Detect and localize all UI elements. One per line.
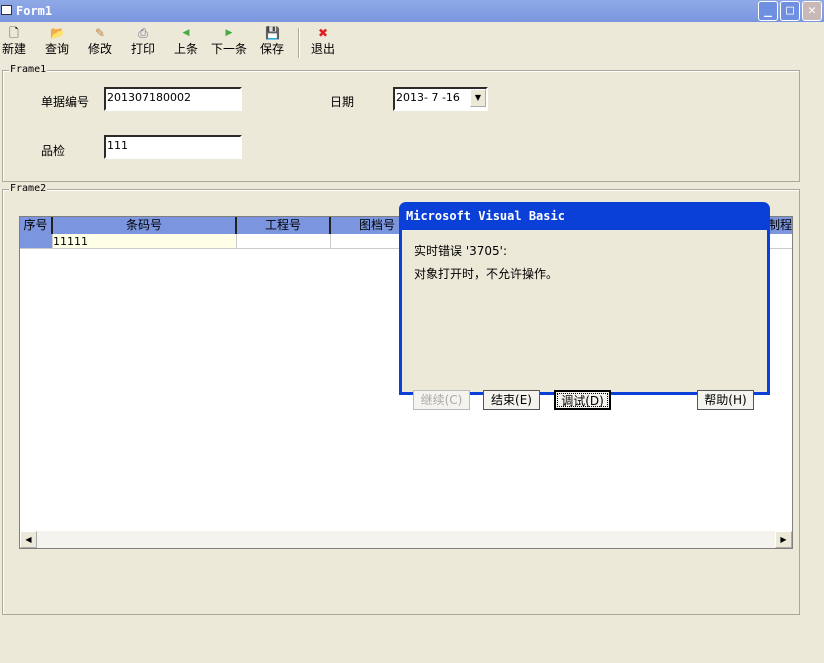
qc-input[interactable]: 111 (104, 135, 242, 159)
chevron-down-icon[interactable]: ▼ (470, 89, 486, 107)
edit-label: 修改 (88, 42, 113, 56)
cell-project-no[interactable] (237, 234, 331, 249)
date-label: 日期 (330, 95, 355, 109)
pencil-icon: ✎ (94, 26, 106, 40)
edit-button[interactable]: ✎ 修改 (88, 26, 112, 57)
exit-icon: ✖ (317, 26, 329, 40)
open-folder-icon: 📂 (50, 26, 65, 40)
help-button[interactable]: 帮助(H) (697, 390, 754, 410)
error-message: 对象打开时，不允许操作。 (414, 267, 559, 281)
arrow-left-icon: ◀ (182, 28, 190, 38)
exit-label: 退出 (311, 42, 336, 56)
next-button[interactable]: ▶ 下一条 (211, 26, 247, 57)
query-label: 查询 (45, 42, 70, 56)
maximize-button[interactable]: □ (780, 1, 800, 21)
header-project-no[interactable]: 工程号 (237, 217, 331, 234)
frame2-title: Frame2 (9, 183, 48, 194)
next-label: 下一条 (211, 42, 248, 56)
exit-button[interactable]: ✖ 退出 (311, 26, 335, 57)
horizontal-scrollbar[interactable]: ◀ ▶ (20, 531, 792, 548)
cell-barcode[interactable]: 11111 (53, 234, 237, 249)
qc-label: 品检 (41, 144, 66, 158)
toolbar-separator (298, 28, 300, 58)
print-label: 打印 (131, 42, 156, 56)
arrow-right-icon: ▶ (225, 28, 233, 38)
error-dialog: Microsoft Visual Basic 实时错误 '3705': 对象打开… (399, 202, 770, 410)
toolbar (0, 24, 824, 60)
new-icon: 🗋 (9, 26, 19, 40)
frame1-title: Frame1 (9, 64, 48, 75)
dialog-title: Microsoft Visual Basic (406, 209, 565, 223)
header-seq[interactable]: 序号 (20, 217, 53, 234)
scroll-right-icon[interactable]: ▶ (775, 531, 792, 548)
window-title: Form1 (16, 4, 53, 18)
date-picker[interactable]: 2013- 7 -16 ▼ (393, 87, 488, 111)
save-icon: 💾 (265, 26, 280, 40)
title-bar: Form1 _ □ ✕ (0, 0, 824, 22)
printer-icon: ⎙ (138, 26, 148, 40)
close-button[interactable]: ✕ (802, 1, 822, 21)
save-button[interactable]: 💾 保存 (260, 26, 284, 57)
date-value: 2013- 7 -16 (396, 91, 460, 104)
previous-button[interactable]: ◀ 上条 (174, 26, 198, 57)
new-label: 新建 (2, 42, 27, 56)
save-label: 保存 (260, 42, 285, 56)
doc-no-input[interactable]: 201307180002 (104, 87, 242, 111)
query-button[interactable]: 📂 查询 (45, 26, 69, 57)
error-code: 实时错误 '3705': (414, 244, 507, 258)
new-button[interactable]: 🗋 新建 (2, 26, 26, 57)
app-icon (1, 5, 12, 15)
debug-button[interactable]: 调试(D) (554, 390, 611, 410)
end-button[interactable]: 结束(E) (483, 390, 540, 410)
row-selector[interactable] (20, 234, 53, 249)
print-button[interactable]: ⎙ 打印 (131, 26, 155, 57)
doc-no-label: 单据编号 (41, 95, 90, 109)
header-barcode[interactable]: 条码号 (53, 217, 237, 234)
minimize-button[interactable]: _ (758, 1, 778, 21)
previous-label: 上条 (174, 42, 199, 56)
scroll-left-icon[interactable]: ◀ (20, 531, 37, 548)
continue-button[interactable]: 继续(C) (413, 390, 470, 410)
